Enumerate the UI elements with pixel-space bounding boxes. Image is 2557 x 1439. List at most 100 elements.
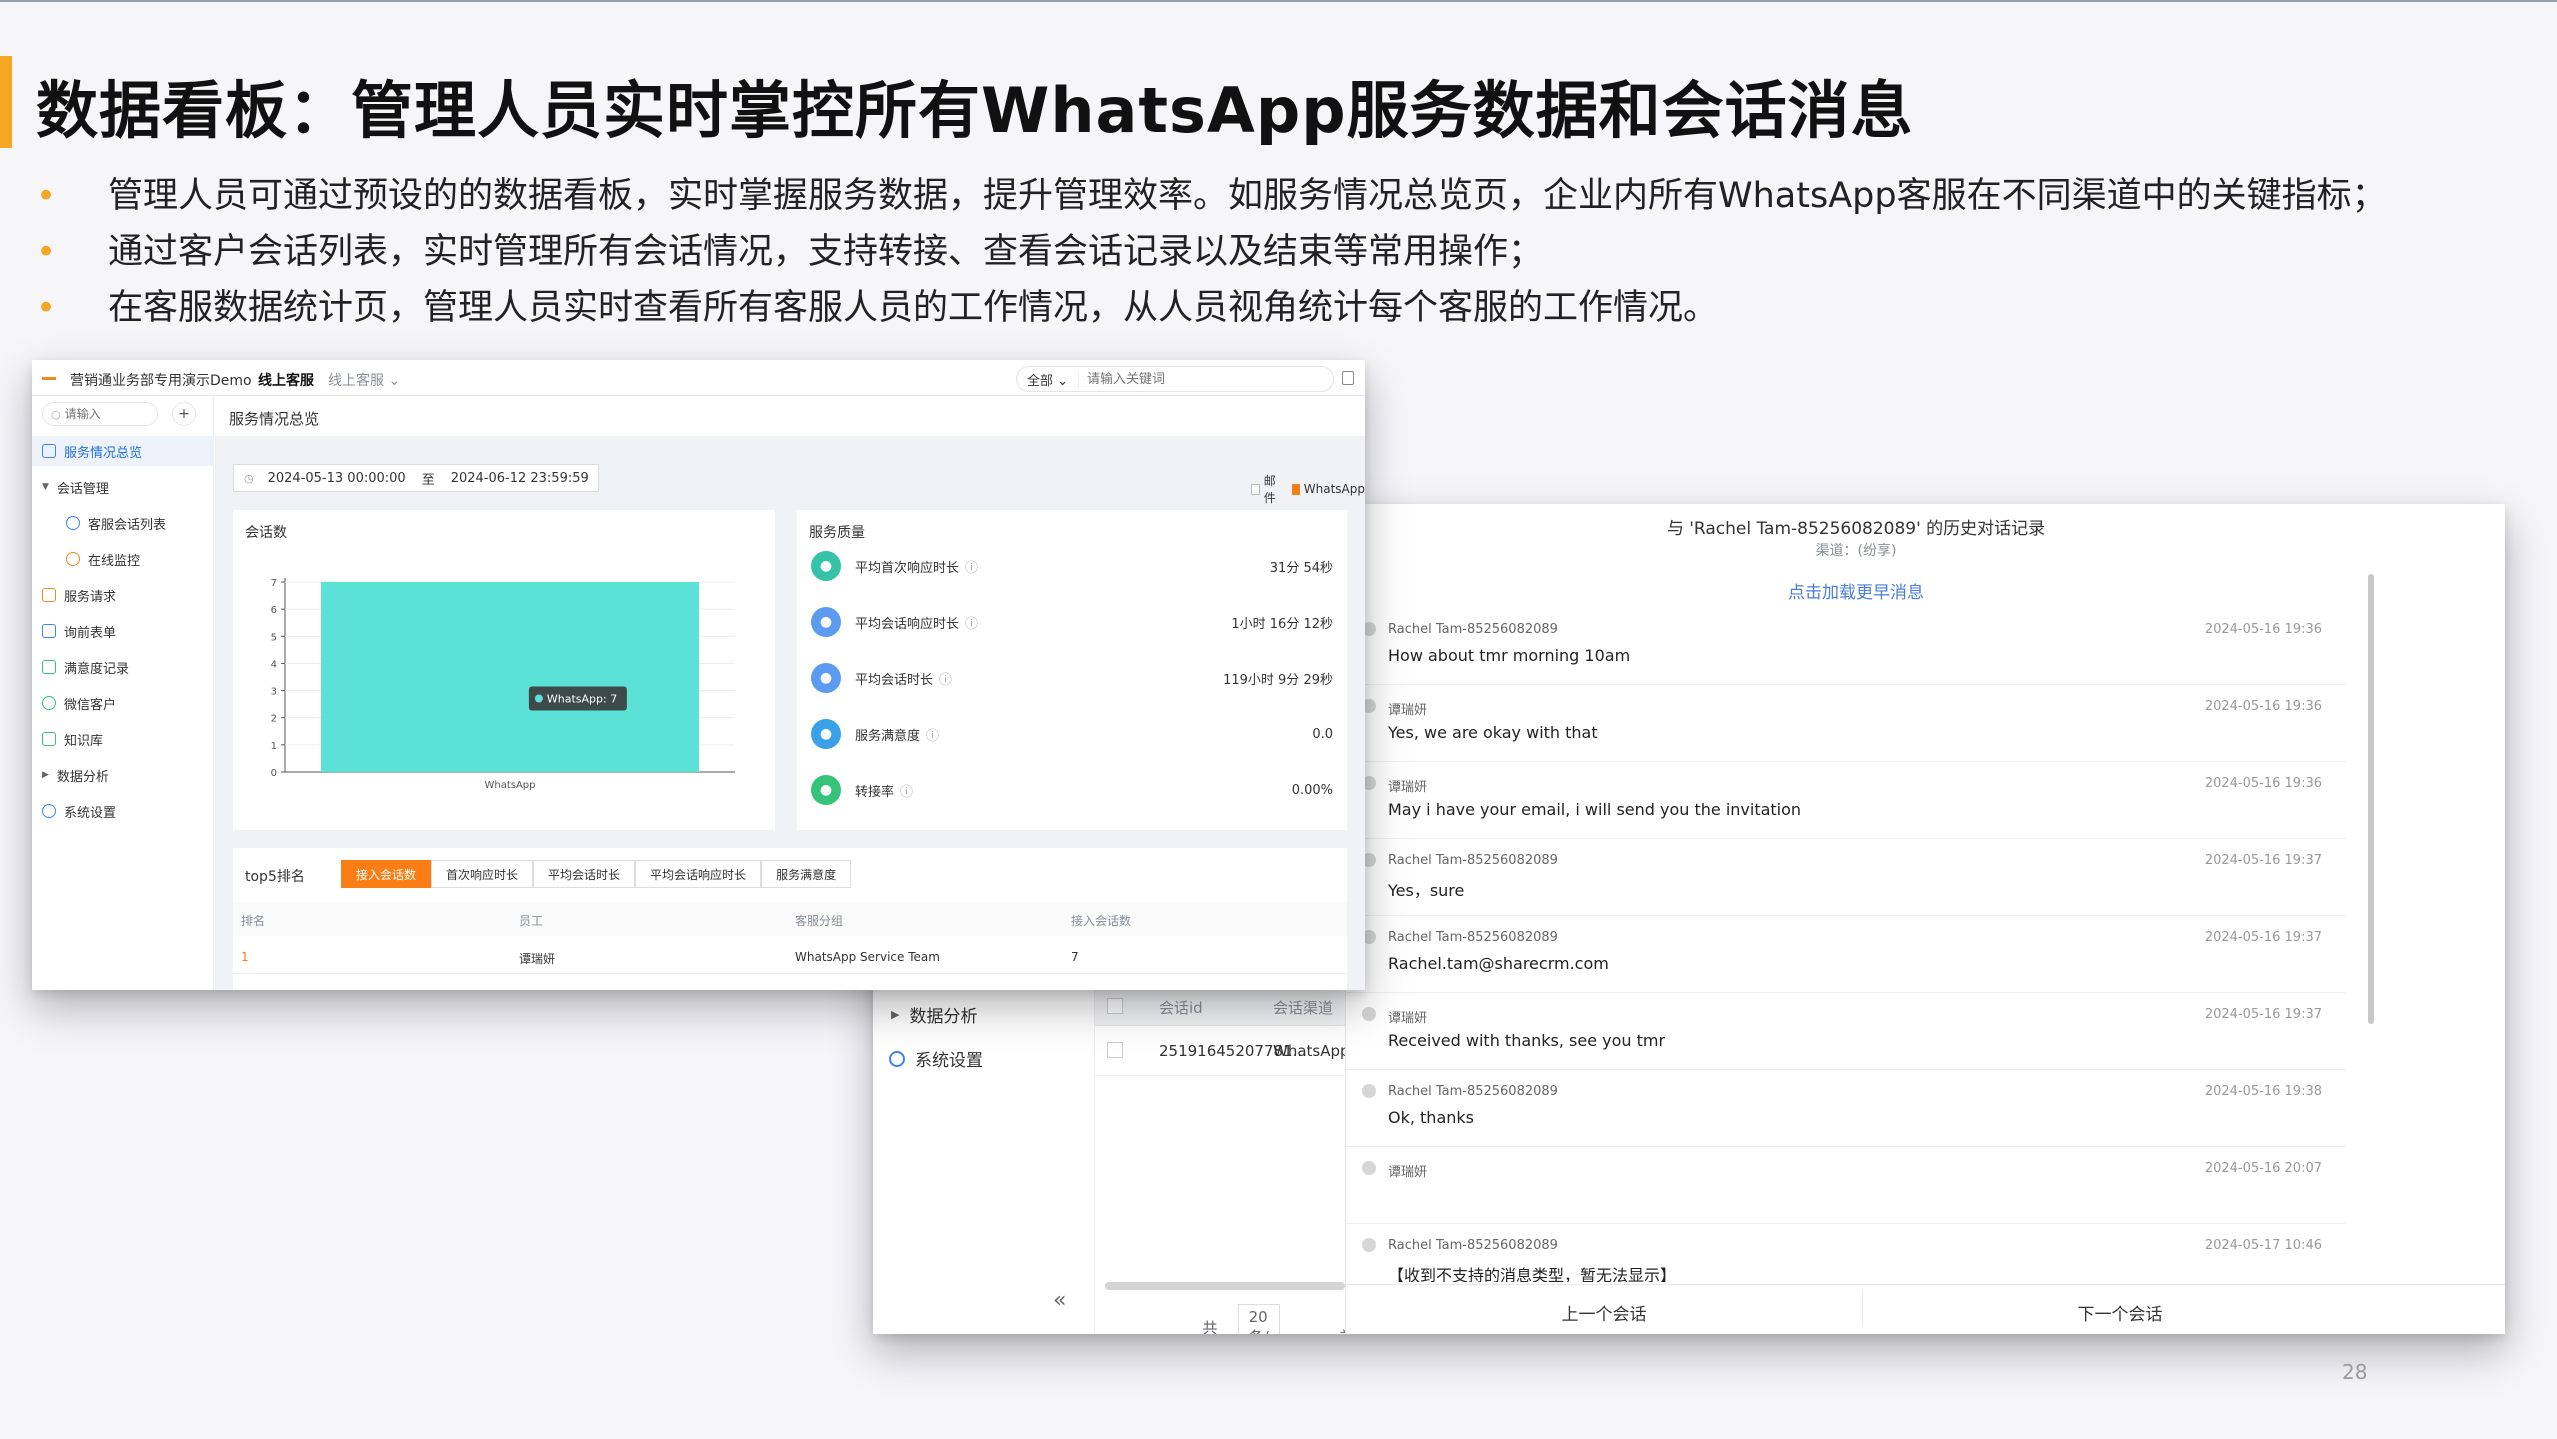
sidebar-item-session-manage[interactable]: ▼ 会话管理 <box>32 472 214 502</box>
next-session-button[interactable]: 下一个会话 <box>1862 1300 2378 1325</box>
message-item: 谭瑞妍 2024-05-16 20:07 <box>1346 1147 2346 1224</box>
message-sender: Rachel Tam-85256082089 <box>1388 930 1558 945</box>
sidebar-item-settings[interactable]: 系统设置 <box>32 796 214 826</box>
slide-title: 数据看板：管理人员实时掌控所有WhatsApp服务数据和会话消息 <box>36 74 1914 147</box>
top-rule <box>0 0 2557 2</box>
select-all-checkbox[interactable] <box>1107 998 1123 1014</box>
help-icon[interactable]: ⓘ <box>965 613 978 632</box>
quality-row: ● 转接率 ⓘ 0.00% <box>811 770 1333 810</box>
message-time: 2024-05-16 20:07 <box>2204 1161 2322 1176</box>
sidebar-item-service-request[interactable]: 服务请求 <box>32 580 214 610</box>
tab-avg-session[interactable]: 平均会话时长 <box>533 860 636 888</box>
gear-icon <box>889 1050 905 1067</box>
sidebar-item-overview[interactable]: 服务情况总览 <box>32 436 214 466</box>
vertical-scrollbar[interactable] <box>2368 574 2374 1024</box>
top5-title: top5排名 <box>245 869 305 885</box>
message-item: 谭瑞妍 2024-05-16 19:37 Received with thanks,… <box>1346 993 2346 1070</box>
message-time: 2024-05-17 10:46 <box>2204 1238 2322 1253</box>
y-tick-label: 7 <box>271 578 277 589</box>
help-icon[interactable]: ⓘ <box>965 557 978 576</box>
sidebar-search-input[interactable] <box>64 407 145 421</box>
avatar-icon <box>1362 1084 1376 1098</box>
quality-label: 平均会话响应时长 <box>855 616 960 632</box>
message-sender: Rachel Tam-85256082089 <box>1388 622 1558 637</box>
quality-label: 服务满意度 <box>855 728 921 744</box>
message-text: May i have your email, i will send you t… <box>1388 800 1802 819</box>
history-dialog: 与 'Rachel Tam-85256082089' 的历史对话记录 渠道：(纷… <box>1345 504 2505 1334</box>
quality-row: ● 服务满意度 ⓘ 0.0 <box>811 714 1333 754</box>
whatsapp-checkbox[interactable] <box>1291 483 1300 495</box>
row-staff: 谭瑞妍 <box>519 952 556 966</box>
tab-online-service[interactable]: 线上客服 <box>258 370 314 390</box>
monitor-icon <box>66 552 80 566</box>
date-separator: 至 <box>421 472 435 488</box>
help-icon[interactable]: ⓘ <box>900 781 913 800</box>
sidebar-item-monitor[interactable]: 在线监控 <box>32 544 214 574</box>
message-text: Received with thanks, see you tmr <box>1388 1031 1666 1050</box>
quality-label: 转接率 <box>855 784 895 800</box>
sidebar-item-pre-form[interactable]: 询前表单 <box>32 616 214 646</box>
caret-right-icon: ▶ <box>42 770 49 780</box>
sidebar-item-settings[interactable]: 系统设置 <box>889 1046 983 1071</box>
global-search-input[interactable] <box>1087 371 1288 387</box>
tab-online-service-dropdown[interactable]: 线上客服 ⌄ <box>328 370 400 390</box>
tab-avg-response[interactable]: 平均会话响应时长 <box>635 860 762 888</box>
gear-icon <box>42 804 56 818</box>
tooltip-dot-icon <box>534 694 543 703</box>
page-size-select[interactable]: 20条/页 ⌄ <box>1237 1304 1280 1334</box>
collapse-icon[interactable]: « <box>1053 1288 1066 1313</box>
message-sender: 谭瑞妍 <box>1388 1165 1428 1180</box>
quality-label: 平均首次响应时长 <box>855 560 960 576</box>
quality-value: 31分 54秒 <box>1269 560 1333 576</box>
sidebar-item-data-analysis[interactable]: ▶ 数据分析 <box>891 1002 977 1027</box>
bullet-dot-icon: • <box>36 176 57 216</box>
message-sender: 谭瑞妍 <box>1388 703 1428 718</box>
add-button[interactable]: + <box>172 402 196 426</box>
message-sender: Rachel Tam-85256082089 <box>1388 1238 1558 1253</box>
bullet-list: • 管理人员可通过预设的的数据看板，实时掌握服务数据，提升管理效率。如服务情况总览… <box>36 168 2387 336</box>
message-sender: Rachel Tam-85256082089 <box>1388 853 1558 868</box>
document-icon[interactable] <box>1342 371 1354 385</box>
message-item: Rachel Tam-85256082089 2024-05-17 10:46 【收… <box>1346 1224 2346 1282</box>
horizontal-scrollbar[interactable] <box>1105 1282 1345 1290</box>
tooltip-text: WhatsApp: 7 <box>547 693 617 706</box>
mail-checkbox[interactable] <box>1251 483 1260 495</box>
help-icon[interactable]: ⓘ <box>939 669 952 688</box>
load-more-link[interactable]: 点击加载更早消息 <box>1346 578 2366 603</box>
prev-session-button[interactable]: 上一个会话 <box>1346 1300 1862 1325</box>
quality-row: ● 平均会话响应时长 ⓘ 1小时 16分 12秒 <box>811 602 1333 642</box>
row-checkbox[interactable] <box>1107 1042 1123 1058</box>
message-sender: 谭瑞妍 <box>1388 1011 1428 1026</box>
divider <box>1346 1284 2505 1285</box>
y-tick-label: 0 <box>271 768 277 779</box>
table-row[interactable]: 1 谭瑞妍 WhatsApp Service Team 7 <box>233 938 1347 974</box>
filter-all-select[interactable]: 全部 ⌄ <box>1017 369 1080 389</box>
message-time: 2024-05-16 19:36 <box>2204 776 2322 791</box>
tab-first-response[interactable]: 首次响应时长 <box>431 860 534 888</box>
date-range-picker[interactable]: ◷ 2024-05-13 00:00:00 至 2024-06-12 23:59… <box>233 464 599 492</box>
bullet-dot-icon: • <box>36 288 57 328</box>
sidebar-item-knowledge[interactable]: 知识库 <box>32 724 214 754</box>
y-tick-label: 5 <box>271 632 277 643</box>
y-tick-label: 3 <box>271 687 277 698</box>
dashboard-main: 服务情况总览 ◷ 2024-05-13 00:00:00 至 2024-06-1… <box>215 396 1365 990</box>
tab-satisfaction[interactable]: 服务满意度 <box>761 860 852 888</box>
column-channel: 会话渠道 <box>1273 999 1334 1017</box>
page-number: 28 <box>2342 1360 2368 1384</box>
date-start: 2024-05-13 00:00:00 <box>267 470 406 486</box>
page-title: 服务情况总览 <box>229 410 320 428</box>
quality-metric-icon: ● <box>811 663 841 693</box>
y-tick-label: 6 <box>271 605 277 616</box>
message-item: 谭瑞妍 2024-05-16 19:36 Yes, we are okay with… <box>1346 685 2346 762</box>
sidebar-item-wechat[interactable]: 微信客户 <box>32 688 214 718</box>
sidebar-item-session-list[interactable]: 客服会话列表 <box>32 508 214 538</box>
title-accent-bar <box>0 56 12 148</box>
sidebar-item-analysis[interactable]: ▶ 数据分析 <box>32 760 214 790</box>
date-end: 2024-06-12 23:59:59 <box>450 470 589 486</box>
sidebar-item-satisfaction[interactable]: 满意度记录 <box>32 652 214 682</box>
column-staff: 员工 <box>519 914 544 928</box>
table-row[interactable]: 25191645207781... WhatsApp <box>1095 1026 1350 1076</box>
tab-sessions[interactable]: 接入会话数 <box>341 860 432 888</box>
help-icon[interactable]: ⓘ <box>926 725 939 744</box>
quality-metric-icon: ● <box>811 607 841 637</box>
